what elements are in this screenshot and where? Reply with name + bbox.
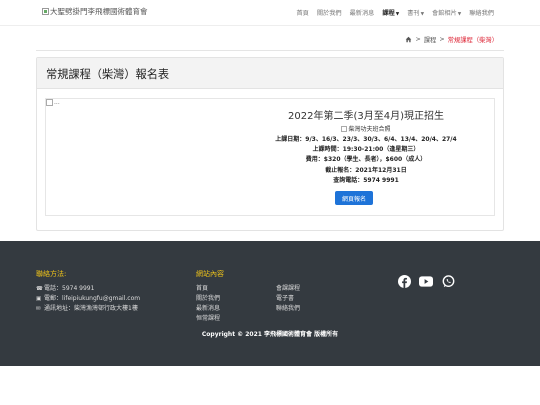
footer-phone: ☎ 電話：5974 9991 [36, 284, 140, 294]
footer-contact: 聯絡方法: ☎ 電話：5974 9991 ▣ 電郵：lifeipiukungfu@g… [36, 269, 140, 314]
page-title: 常規課程（柴灣）報名表 [46, 68, 170, 81]
breadcrumb-separator: > [415, 36, 421, 43]
footer-address-text: 通訊地址：柴灣漁灣邨行政大樓1樓 [44, 305, 138, 312]
navbar: 大聖劈掛門李飛標國術體育會 首頁 關於我們 最新消息 課程▼ 書刊▼ 會館相片▼… [0, 0, 540, 26]
breadcrumb: > 課程 > 常規課程（柴灣） [405, 35, 498, 44]
nav-item-contact[interactable]: 聯絡我們 [469, 8, 494, 17]
footer-link-news[interactable]: 最新消息 [196, 304, 276, 314]
envelope-icon: ✉ [36, 306, 41, 312]
footer-site-links: 網站內容 首頁 會課課程 關於我們 電子書 最新消息 聯絡我們 恒常課程 [196, 269, 336, 324]
registration-deadline: 截止報名：2021年12月31日 [325, 166, 407, 174]
footer-link-courses[interactable]: 會課課程 [276, 284, 336, 294]
footer-link-home[interactable]: 首頁 [196, 284, 276, 294]
social-links [397, 274, 455, 288]
course-info-panel: ... 2022年第二季(3月至4月)現正招生 柴灣功夫班合照 上課日期：9/3… [45, 98, 495, 216]
site-heading: 網站內容 [196, 270, 224, 278]
main-nav: 首頁 關於我們 最新消息 課程▼ 書刊▼ 會館相片▼ 聯絡我們 [296, 8, 494, 17]
chevron-down-icon: ▼ [420, 12, 425, 17]
breadcrumb-separator: > [439, 36, 445, 43]
chevron-down-icon: ▼ [395, 12, 400, 17]
youtube-icon[interactable] [419, 274, 433, 288]
footer-phone-text: 電話：5974 9991 [44, 285, 95, 292]
course-fee: 費用：$320（學生、長者），$600（成人） [305, 156, 427, 164]
nav-item-home[interactable]: 首頁 [296, 8, 308, 17]
footer-email[interactable]: ▣ 電郵：lifeipiukungfu@gmail.com [36, 294, 140, 304]
course-details: 上課日期：9/3、16/3、23/3、30/3、6/4、13/4、20/4、27… [246, 135, 486, 186]
enquiry-phone: 查詢電話：5974 9991 [333, 176, 399, 184]
brand-name: 大聖劈掛門李飛標國術體育會 [50, 7, 148, 16]
home-icon[interactable] [405, 36, 412, 43]
group-photo: 柴灣功夫班合照 [266, 124, 466, 133]
copyright: Copyright © 2021 李飛標國術體育會 版權所有 [201, 331, 339, 338]
facebook-icon[interactable] [397, 274, 411, 288]
phone-icon: ☎ [36, 286, 43, 292]
broken-image-icon [42, 8, 49, 15]
nav-item-photos[interactable]: 會館相片▼ [432, 8, 461, 17]
nav-item-courses[interactable]: 課程▼ [382, 8, 399, 17]
registration-card: 常規課程（柴灣）報名表 ... 2022年第二季(3月至4月)現正招生 柴灣功夫… [36, 57, 504, 231]
card-header: 常規課程（柴灣）報名表 [37, 58, 503, 89]
footer-address: ✉ 通訊地址：柴灣漁灣邨行政大樓1樓 [36, 304, 140, 314]
brand-logo[interactable]: 大聖劈掛門李飛標國術體育會 [42, 6, 148, 17]
footer-links: 首頁 會課課程 關於我們 電子書 最新消息 聯絡我們 恒常課程 [196, 284, 336, 324]
email-icon: ▣ [36, 296, 42, 302]
footer-link-about[interactable]: 關於我們 [196, 294, 276, 304]
divider [36, 50, 504, 51]
chevron-down-icon: ▼ [457, 12, 462, 17]
course-image-alt: ... [54, 99, 60, 106]
contact-heading: 聯絡方法: [36, 270, 67, 278]
footer-link-contact[interactable]: 聯絡我們 [276, 304, 336, 314]
course-time: 上課時間：19:30-21:00（逢星期三） [312, 146, 420, 154]
whatsapp-icon[interactable] [441, 274, 455, 288]
broken-image-icon [46, 99, 53, 106]
footer-link-regular[interactable]: 恒常課程 [196, 314, 276, 324]
nav-item-publications[interactable]: 書刊▼ [407, 8, 424, 17]
nav-item-about[interactable]: 關於我們 [317, 8, 342, 17]
nav-item-publications-label: 書刊 [407, 10, 420, 17]
footer: 聯絡方法: ☎ 電話：5974 9991 ▣ 電郵：lifeipiukungfu@g… [0, 241, 540, 366]
broken-image-icon [341, 125, 348, 132]
nav-item-news[interactable]: 最新消息 [350, 8, 375, 17]
footer-link-ebook[interactable]: 電子書 [276, 294, 336, 304]
breadcrumb-current: 常規課程（柴灣） [447, 37, 498, 44]
group-photo-alt: 柴灣功夫班合照 [348, 126, 391, 133]
season-heading: 2022年第二季(3月至4月)現正招生 [288, 111, 444, 122]
course-dates: 上課日期：9/3、16/3、23/3、30/3、6/4、13/4、20/4、27… [275, 136, 457, 143]
footer-email-text: 電郵：lifeipiukungfu@gmail.com [44, 295, 141, 302]
nav-item-photos-label: 會館相片 [432, 10, 457, 17]
online-register-button[interactable]: 網頁報名 [335, 191, 373, 205]
course-image: ... [46, 99, 60, 106]
breadcrumb-courses[interactable]: 課程 [424, 35, 437, 44]
nav-item-courses-label: 課程 [382, 10, 395, 17]
